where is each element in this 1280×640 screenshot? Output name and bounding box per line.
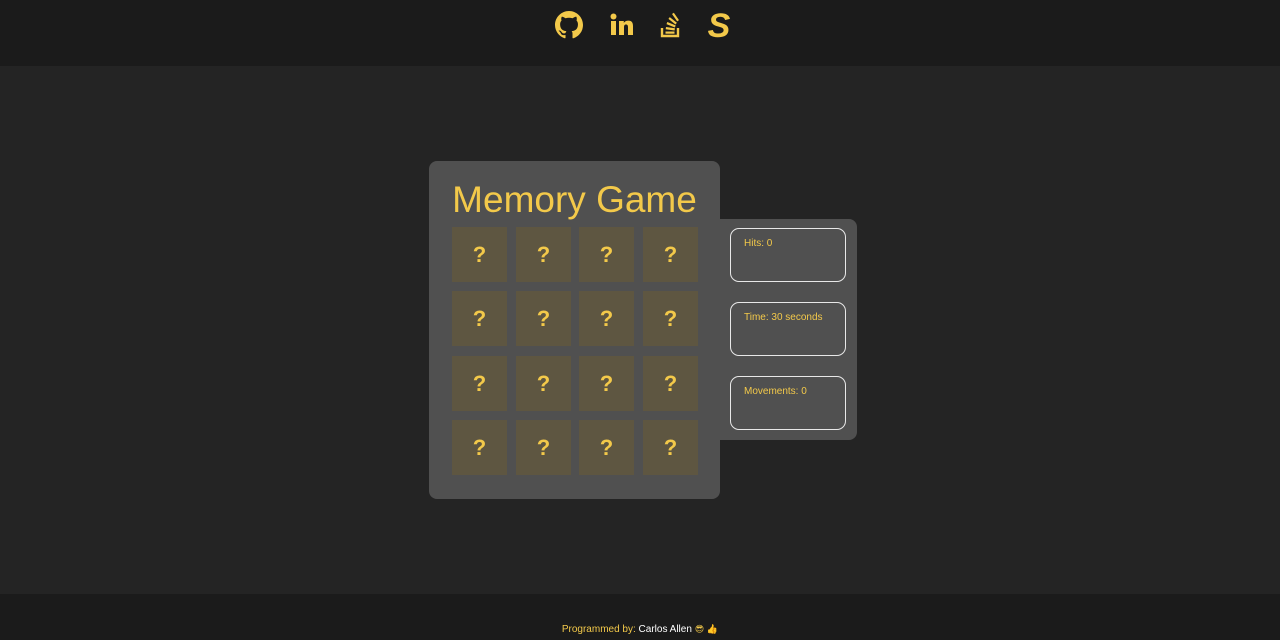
svg-text:S: S: [708, 10, 731, 40]
stackoverflow-link[interactable]: [655, 8, 687, 42]
footer-credit: Programmed by: Carlos Allen 😎 👍: [0, 624, 1280, 635]
memory-card-5[interactable]: ?: [452, 291, 507, 346]
github-icon: [555, 11, 583, 39]
memory-card-6[interactable]: ?: [516, 291, 571, 346]
stackoverflow-icon: [660, 12, 680, 38]
s-logo-link[interactable]: S: [703, 8, 735, 42]
memory-card-8[interactable]: ?: [643, 291, 698, 346]
movements-box: Movements: 0: [730, 376, 846, 430]
memory-card-1[interactable]: ?: [452, 227, 507, 282]
footer-emoji: 😎 👍: [694, 625, 719, 635]
linkedin-icon: [610, 13, 633, 35]
time-remaining: Time: 30 seconds: [744, 312, 823, 323]
top-bar: S: [0, 0, 1280, 66]
memory-card-12[interactable]: ?: [643, 356, 698, 411]
memory-card-10[interactable]: ?: [516, 356, 571, 411]
memory-card-3[interactable]: ?: [579, 227, 634, 282]
hits-counter: Hits: 0: [744, 238, 773, 249]
memory-card-2[interactable]: ?: [516, 227, 571, 282]
memory-card-4[interactable]: ?: [643, 227, 698, 282]
memory-card-15[interactable]: ?: [579, 420, 634, 475]
memory-card-7[interactable]: ?: [579, 291, 634, 346]
linkedin-link[interactable]: [605, 8, 637, 42]
memory-card-14[interactable]: ?: [516, 420, 571, 475]
footer-prefix: Programmed by:: [561, 624, 636, 635]
memory-card-11[interactable]: ?: [579, 356, 634, 411]
game-title: Memory Game: [452, 179, 697, 220]
memory-card-13[interactable]: ?: [452, 420, 507, 475]
author-name: Carlos Allen: [638, 624, 692, 635]
s-logo-icon: S: [708, 10, 731, 40]
memory-card-9[interactable]: ?: [452, 356, 507, 411]
movements-counter: Movements: 0: [744, 386, 807, 397]
hits-box: Hits: 0: [730, 228, 846, 282]
time-box: Time: 30 seconds: [730, 302, 846, 356]
github-link[interactable]: [553, 8, 585, 42]
memory-card-16[interactable]: ?: [643, 420, 698, 475]
